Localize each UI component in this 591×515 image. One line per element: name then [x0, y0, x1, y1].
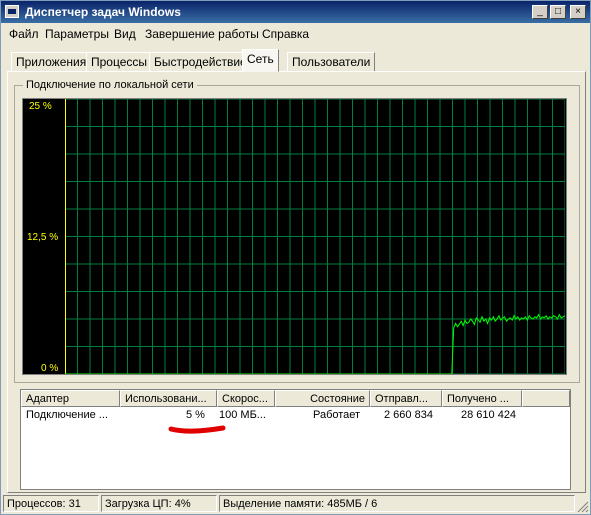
tab-strip: Приложения Процессы Быстродействие Сеть …: [1, 48, 590, 72]
window-title: Диспетчер задач Windows: [25, 5, 181, 19]
menu-help[interactable]: Справка: [262, 27, 309, 41]
col-adapter[interactable]: Адаптер: [21, 390, 120, 407]
tab-users[interactable]: Пользователи: [287, 52, 376, 72]
col-state[interactable]: Состояние: [275, 390, 370, 407]
cell-usage: 5 %: [186, 409, 205, 421]
col-received[interactable]: Получено ...: [442, 390, 522, 407]
tab-networking[interactable]: Сеть: [242, 49, 279, 72]
menu-bar: Файл Параметры Вид Завершение работы Спр…: [1, 23, 590, 43]
menu-view[interactable]: Вид: [114, 27, 136, 41]
task-manager-window: Диспетчер задач Windows _ □ × Файл Парам…: [0, 0, 591, 515]
close-button[interactable]: ×: [570, 5, 586, 19]
graph-title: Подключение по локальной сети: [23, 79, 197, 91]
red-underline-annotation: [168, 425, 226, 434]
col-sent[interactable]: Отправл...: [370, 390, 442, 407]
resize-grip-icon[interactable]: [577, 501, 589, 513]
task-manager-icon: [5, 5, 19, 18]
cell-sent: 2 660 834: [384, 409, 433, 421]
network-graph: 25 % 12,5 % 0 %: [22, 98, 567, 375]
tab-performance[interactable]: Быстродействие: [149, 52, 252, 72]
col-empty: [522, 390, 570, 407]
y-label-mid: 12,5 %: [27, 232, 59, 243]
menu-file[interactable]: Файл: [9, 27, 39, 41]
status-bar: Процессов: 31 Загрузка ЦП: 4% Выделение …: [1, 493, 590, 514]
col-speed[interactable]: Скорос...: [217, 390, 275, 407]
y-label-top: 25 %: [29, 101, 52, 112]
title-bar[interactable]: Диспетчер задач Windows _ □ ×: [1, 1, 590, 23]
cell-received: 28 610 424: [461, 409, 517, 421]
status-processes: Процессов: 31: [3, 495, 99, 512]
cell-adapter: Подключение ...: [26, 409, 108, 421]
menu-options[interactable]: Параметры: [45, 27, 109, 41]
y-label-bottom: 0 %: [41, 363, 59, 374]
cell-state: Работает: [313, 409, 361, 421]
graph-plot: [65, 99, 565, 374]
adapter-list[interactable]: Адаптер Использовани... Скорос... Состоя…: [20, 389, 571, 490]
tab-applications[interactable]: Приложения: [11, 52, 92, 72]
cell-speed: 100 МБ...: [219, 409, 266, 421]
col-usage[interactable]: Использовани...: [120, 390, 217, 407]
maximize-button[interactable]: □: [550, 5, 566, 19]
status-cpu: Загрузка ЦП: 4%: [101, 495, 217, 512]
tab-processes[interactable]: Процессы: [86, 52, 153, 72]
menu-shutdown[interactable]: Завершение работы: [145, 27, 259, 41]
minimize-button[interactable]: _: [532, 5, 548, 19]
status-memory: Выделение памяти: 485МБ / 6: [219, 495, 575, 512]
